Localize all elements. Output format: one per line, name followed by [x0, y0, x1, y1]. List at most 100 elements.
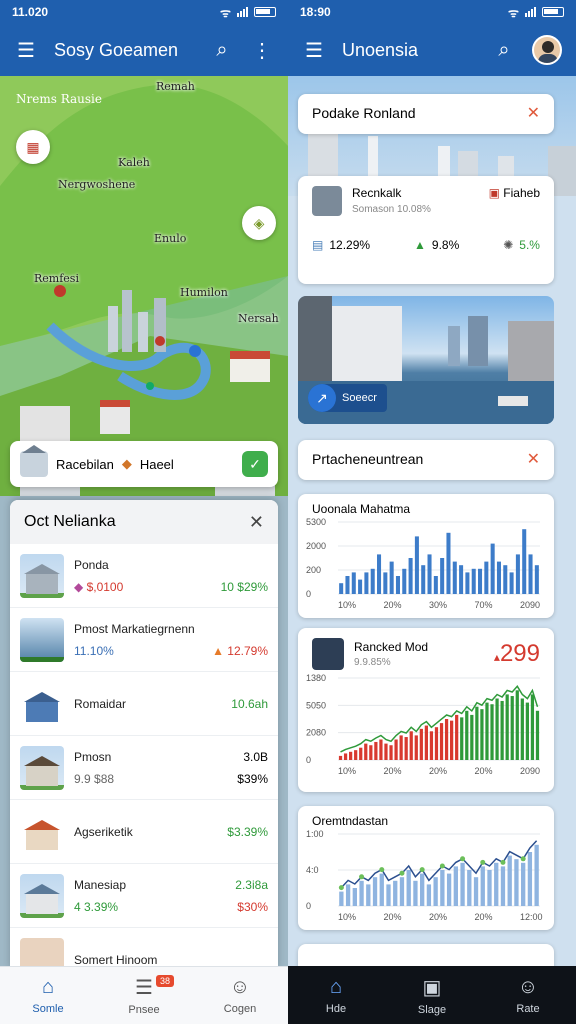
chart-bar — [414, 536, 419, 594]
chart-bar — [467, 870, 472, 906]
chart-bar — [496, 561, 501, 594]
building-thumb — [312, 186, 342, 216]
battery-icon — [254, 7, 276, 17]
chart-bar — [433, 877, 438, 906]
summary-name: Recnkalk — [352, 186, 402, 200]
home-icon: ⌂ — [329, 975, 343, 998]
search-icon[interactable]: ⌕ — [492, 39, 516, 62]
list-icon: ☰ — [135, 977, 153, 999]
location-button[interactable]: ◈ — [242, 206, 276, 240]
map-label: Remah — [156, 80, 195, 93]
directions-button[interactable]: ✓ — [242, 451, 268, 477]
photo-action-button[interactable]: ↗ Soeecr — [308, 384, 387, 412]
nav-label: Hde — [325, 1002, 347, 1015]
nav-feed[interactable]: ☰ 38 Pnsee — [96, 967, 192, 1024]
nav-label: Slage — [417, 1003, 447, 1016]
chart-bar — [354, 750, 358, 760]
chart-bar — [424, 725, 428, 760]
chart-bar — [471, 568, 476, 594]
chart-bar — [480, 866, 485, 906]
x-tick-label: 12:00 — [520, 912, 543, 922]
photo-card[interactable]: ↗ Soeecr — [298, 296, 554, 424]
map-label: Nersah — [238, 312, 279, 325]
data-point — [379, 867, 385, 873]
layers-button[interactable]: ▦ — [16, 130, 50, 164]
triangle-icon: ▲ — [414, 238, 426, 252]
close-icon[interactable]: ✕ — [249, 512, 264, 533]
chart-bar — [343, 753, 348, 760]
place-chip[interactable]: Racebilan ◆ Haeel ✓ — [10, 441, 278, 487]
nav-profile[interactable]: ☺ Cogen — [192, 967, 288, 1024]
item-value-left: ◆ $,0100 — [74, 579, 124, 594]
chart-bar — [490, 543, 495, 594]
avatar[interactable] — [532, 35, 562, 65]
x-tick-label: 10% — [338, 766, 356, 776]
chart-bar — [520, 698, 524, 760]
chart-bar — [500, 866, 506, 906]
chart-bar — [439, 723, 444, 760]
wifi-icon: ᯤ — [220, 5, 231, 20]
x-tick-label: 20% — [384, 600, 402, 610]
chart-bar — [490, 704, 494, 760]
chart-bar — [379, 739, 383, 760]
item-value-left: 4 3.39% — [74, 899, 119, 914]
nav-home[interactable]: ⌂ Somle — [0, 967, 96, 1024]
chart-bar — [507, 855, 512, 906]
summary-tag: ▣ Fiaheb — [488, 186, 540, 200]
app-bar: ☰ Sosy Goeamen ⌕ ⋮ — [0, 24, 288, 76]
list-item[interactable]: Agseriketik $3.39% — [10, 800, 278, 864]
map-label: Remfesi — [34, 272, 79, 285]
chart-bar — [535, 710, 540, 760]
chart-bar — [372, 877, 378, 906]
list-item[interactable]: Pmosn 3.0B 9.9 $88 $39% — [10, 736, 278, 800]
chart-card-3[interactable]: Oremtndastan 0 4:0 1:00 10% 20% 20% 20% 12:00 — [298, 806, 554, 930]
x-tick-label: 2090 — [520, 600, 540, 610]
nav-stage[interactable]: ▣ Slage — [384, 966, 480, 1024]
item-value-right: 10.6ah — [231, 696, 268, 711]
summary-stats: ▤ 12.29% ▲ 9.8% ✺ 5.% — [312, 238, 540, 252]
stat-item: ▲ 9.8% — [414, 238, 460, 252]
menu-icon[interactable]: ☰ — [14, 38, 38, 63]
more-icon[interactable]: ⋮ — [250, 38, 274, 63]
close-icon[interactable]: ✕ — [527, 103, 540, 123]
menu-icon[interactable]: ☰ — [302, 38, 326, 63]
list-item[interactable]: Pmost Markatiegrnenn 11.10% ▲ 12.79% — [10, 608, 278, 672]
chart-bar — [389, 745, 393, 760]
chart-bar — [484, 561, 489, 594]
item-name: Manesiap — [74, 877, 127, 892]
list-item[interactable]: Somert Hinoom — [10, 928, 278, 970]
chart-bar — [339, 583, 344, 594]
nav-home[interactable]: ⌂ Hde — [288, 966, 384, 1024]
list-item[interactable]: Ponda ◆ $,0100 10 $29% — [10, 544, 278, 608]
nav-profile[interactable]: ☺ Rate — [480, 966, 576, 1024]
chart-card-1[interactable]: Uoonala Mahatma 0 200 2000 5300 10% 20% 30% 70%… — [298, 494, 554, 618]
chart-bar — [352, 888, 357, 906]
data-point — [359, 874, 365, 880]
chart-bar — [485, 702, 489, 760]
close-icon[interactable]: ✕ — [527, 449, 540, 469]
status-bar: 11.020 ᯤ — [0, 0, 288, 24]
bar-chart: 0 4:0 1:00 10% 20% 20% 20% 12:00 — [306, 829, 543, 922]
chart-bar — [351, 572, 356, 594]
section-card[interactable]: Prtacheneuntrean ✕ — [298, 440, 554, 480]
chart-bar — [359, 747, 363, 760]
bar-chart: 0 200 2000 5300 10% 20% 30% 70% 2090 — [306, 517, 540, 610]
list-item[interactable]: Romaidar 10.6ah — [10, 672, 278, 736]
chart-bar — [460, 717, 464, 760]
list-item[interactable]: Manesiap 2.3i8a 4 3.39% $30% — [10, 864, 278, 928]
chart-bar — [379, 873, 384, 906]
chart-bar — [338, 755, 343, 760]
search-icon[interactable]: ⌕ — [210, 39, 234, 62]
nav-label: Rate — [516, 1002, 540, 1015]
chart-bar — [349, 751, 353, 760]
search-result-card[interactable]: Podake Ronland ✕ — [298, 94, 554, 134]
chart-bar — [515, 690, 519, 760]
chart-bar — [440, 870, 445, 906]
chart-card-2[interactable]: Rancked Mod 9.9.85% ▴299 0 2080 5050 1380 10… — [298, 628, 554, 792]
chart-title: Oremtndastan — [312, 814, 389, 828]
item-name: Pmosn — [74, 749, 112, 764]
chart-bar — [514, 859, 519, 906]
summary-card[interactable]: Recnkalk Somason 10.08% ▣ Fiaheb ▤ 12.29%… — [298, 176, 554, 284]
home-icon: ⌂ — [41, 976, 55, 998]
chart-bar — [500, 700, 504, 760]
